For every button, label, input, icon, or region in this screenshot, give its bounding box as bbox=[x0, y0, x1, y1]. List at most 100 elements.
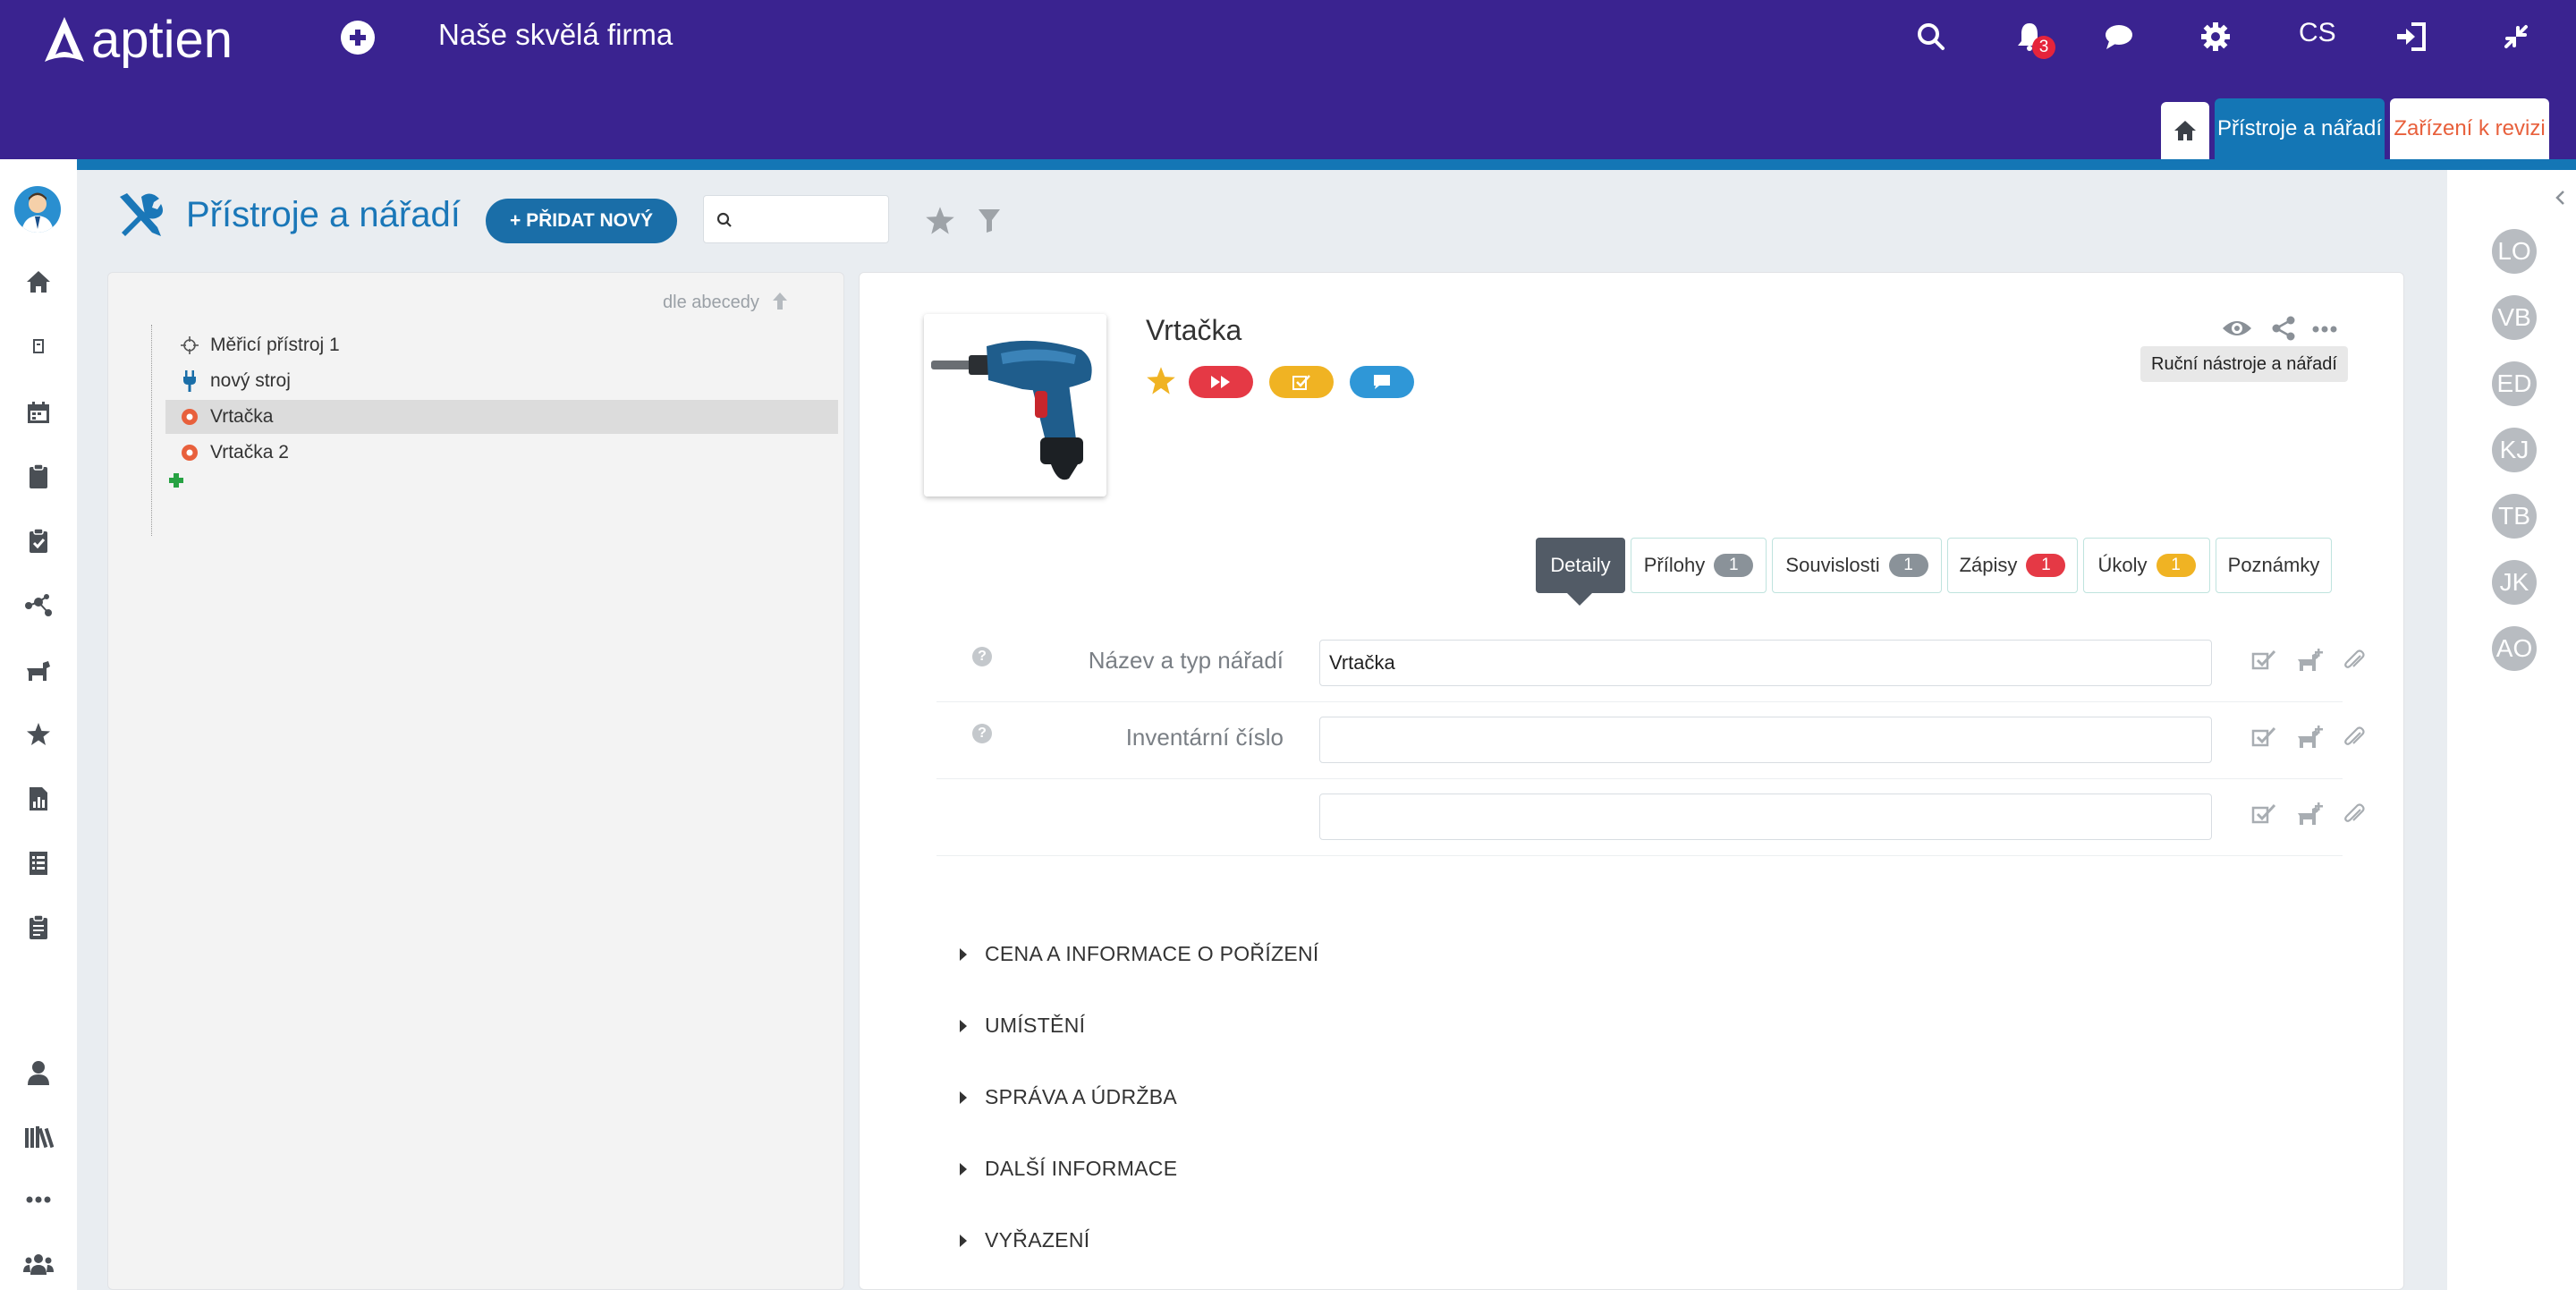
logout-icon[interactable] bbox=[2390, 16, 2431, 57]
tools-icon bbox=[120, 193, 163, 236]
aptien-logo[interactable]: aptien bbox=[41, 7, 233, 72]
calendar-icon[interactable] bbox=[20, 394, 57, 431]
item-photo[interactable] bbox=[924, 314, 1106, 496]
task-button[interactable] bbox=[1269, 366, 1334, 398]
drill-image bbox=[924, 314, 1106, 496]
inventarni-cislo-input[interactable] bbox=[1319, 717, 2212, 763]
caret-right-icon bbox=[960, 1019, 967, 1032]
paperclip-icon[interactable] bbox=[2343, 802, 2366, 826]
company-name[interactable]: Naše skvělá firma bbox=[438, 18, 673, 52]
language-switch[interactable]: CS bbox=[2299, 18, 2336, 48]
comment-button[interactable] bbox=[1350, 366, 1414, 398]
search-input[interactable] bbox=[741, 203, 876, 235]
filter-funnel-icon[interactable] bbox=[977, 208, 1002, 234]
user-badge-ao[interactable]: AO bbox=[2492, 626, 2537, 671]
user-badge-ed[interactable]: ED bbox=[2492, 361, 2537, 406]
tree-item-selected[interactable]: Vrtačka bbox=[165, 400, 838, 434]
more-options-icon[interactable] bbox=[2312, 325, 2337, 334]
help-question-icon[interactable]: ? bbox=[972, 724, 992, 743]
tab-prilohy[interactable]: Přílohy 1 bbox=[1631, 538, 1767, 593]
check-square-icon[interactable] bbox=[2251, 649, 2276, 670]
settings-gear-icon[interactable] bbox=[2195, 16, 2236, 57]
favorite-filter-star-icon[interactable] bbox=[925, 206, 955, 236]
more-dots-icon[interactable] bbox=[20, 1181, 57, 1218]
person-icon[interactable] bbox=[20, 1054, 57, 1091]
dog-add-icon[interactable] bbox=[2296, 726, 2323, 749]
section-vyrazeni[interactable]: VYŘAZENÍ bbox=[960, 1228, 1089, 1252]
tab-zapisy[interactable]: Zápisy 1 bbox=[1947, 538, 2078, 593]
tab-label: Úkoly bbox=[2097, 554, 2148, 576]
dog-add-icon[interactable] bbox=[2296, 802, 2323, 826]
add-circle-icon[interactable] bbox=[340, 20, 376, 55]
paperclip-icon[interactable] bbox=[2343, 726, 2366, 749]
extra-field-input[interactable] bbox=[1319, 794, 2212, 840]
user-badge-vb[interactable]: VB bbox=[2492, 295, 2537, 340]
section-label: VYŘAZENÍ bbox=[985, 1228, 1090, 1252]
user-avatar[interactable] bbox=[14, 186, 61, 233]
dog-icon[interactable] bbox=[20, 651, 57, 689]
add-tree-item-plus-icon[interactable] bbox=[167, 471, 185, 489]
tree-item[interactable]: Vrtačka 2 bbox=[165, 436, 838, 470]
tab-label: Přílohy bbox=[1643, 554, 1706, 576]
section-label: SPRÁVA A ÚDRŽBA bbox=[985, 1085, 1177, 1108]
paperclip-icon[interactable] bbox=[2343, 649, 2366, 672]
tab-souvislosti[interactable]: Souvislosti 1 bbox=[1772, 538, 1942, 593]
tree-item[interactable]: nový stroj bbox=[165, 364, 838, 398]
clipboard-icon[interactable] bbox=[20, 458, 57, 496]
tab-pristroje[interactable]: Přístroje a nářadí bbox=[2215, 98, 2385, 159]
dog-add-icon[interactable] bbox=[2296, 649, 2323, 672]
comment-icon bbox=[1374, 375, 1390, 389]
library-books-icon[interactable] bbox=[20, 1118, 57, 1156]
user-badge-tb[interactable]: TB bbox=[2492, 494, 2537, 539]
section-umisteni[interactable]: UMÍSTĚNÍ bbox=[960, 1014, 1085, 1038]
caret-right-icon bbox=[960, 1234, 967, 1247]
eye-icon[interactable] bbox=[2221, 318, 2253, 339]
collapse-arrows-icon[interactable] bbox=[2496, 16, 2537, 57]
document-small-icon[interactable] bbox=[20, 327, 57, 365]
user-badge-jk[interactable]: JK bbox=[2492, 560, 2537, 605]
fast-forward-button[interactable] bbox=[1189, 366, 1253, 398]
home-icon[interactable] bbox=[20, 263, 57, 301]
tab-poznamky[interactable]: Poznámky bbox=[2216, 538, 2332, 593]
section-sprava[interactable]: SPRÁVA A ÚDRŽBA bbox=[960, 1085, 1177, 1109]
chevron-left-icon[interactable] bbox=[2555, 190, 2565, 206]
checklist-icon[interactable] bbox=[20, 844, 57, 882]
help-question-icon[interactable]: ? bbox=[972, 647, 992, 666]
item-title: Vrtačka bbox=[1146, 314, 1242, 346]
search-field[interactable] bbox=[703, 195, 889, 243]
section-dalsi[interactable]: DALŠÍ INFORMACE bbox=[960, 1157, 1177, 1181]
tab-home[interactable] bbox=[2161, 102, 2209, 159]
sort-toggle[interactable]: dle abecedy bbox=[663, 291, 789, 313]
section-label: CENA A INFORMACE O POŘÍZENÍ bbox=[985, 942, 1319, 965]
notifications-bell-icon[interactable]: 3 bbox=[2009, 16, 2055, 59]
nazev-input[interactable]: Vrtačka bbox=[1319, 640, 2212, 686]
sort-label: dle abecedy bbox=[663, 293, 759, 312]
tab-count-badge: 1 bbox=[1888, 554, 1928, 577]
add-new-button[interactable]: + PŘIDAT NOVÝ bbox=[486, 199, 677, 243]
check-square-icon[interactable] bbox=[2251, 726, 2276, 747]
tab-zarizeni-k-revizi[interactable]: Zařízení k revizi bbox=[2390, 98, 2549, 159]
page-title: Přístroje a nářadí bbox=[186, 195, 461, 234]
clipboard-list-icon[interactable] bbox=[20, 909, 57, 946]
tab-ukoly[interactable]: Úkoly 1 bbox=[2083, 538, 2210, 593]
field-row-empty bbox=[936, 779, 2365, 856]
check-square-icon[interactable] bbox=[2251, 802, 2276, 824]
user-badge-lo[interactable]: LO bbox=[2492, 229, 2537, 274]
field-row-inventarni-cislo: ? Inventární číslo bbox=[936, 702, 2365, 779]
chat-icon[interactable] bbox=[2098, 16, 2140, 57]
users-group-icon[interactable] bbox=[20, 1245, 57, 1283]
star-icon[interactable] bbox=[20, 716, 57, 753]
logo-mark-icon bbox=[45, 17, 84, 62]
favorite-star-icon[interactable] bbox=[1146, 366, 1176, 396]
section-cena[interactable]: CENA A INFORMACE O POŘÍZENÍ bbox=[960, 942, 1319, 966]
category-label[interactable]: Ruční nástroje a nářadí bbox=[2140, 346, 2348, 382]
share-icon[interactable] bbox=[2271, 316, 2296, 341]
search-icon[interactable] bbox=[1911, 16, 1952, 57]
user-badge-kj[interactable]: KJ bbox=[2492, 428, 2537, 472]
plug-icon bbox=[178, 369, 201, 393]
report-chart-icon[interactable] bbox=[20, 780, 57, 818]
clipboard-check-icon[interactable] bbox=[20, 522, 57, 560]
tab-detaily[interactable]: Detaily bbox=[1536, 538, 1625, 593]
network-nodes-icon[interactable] bbox=[20, 587, 57, 624]
tree-item[interactable]: Měřicí přístroj 1 bbox=[165, 328, 838, 362]
